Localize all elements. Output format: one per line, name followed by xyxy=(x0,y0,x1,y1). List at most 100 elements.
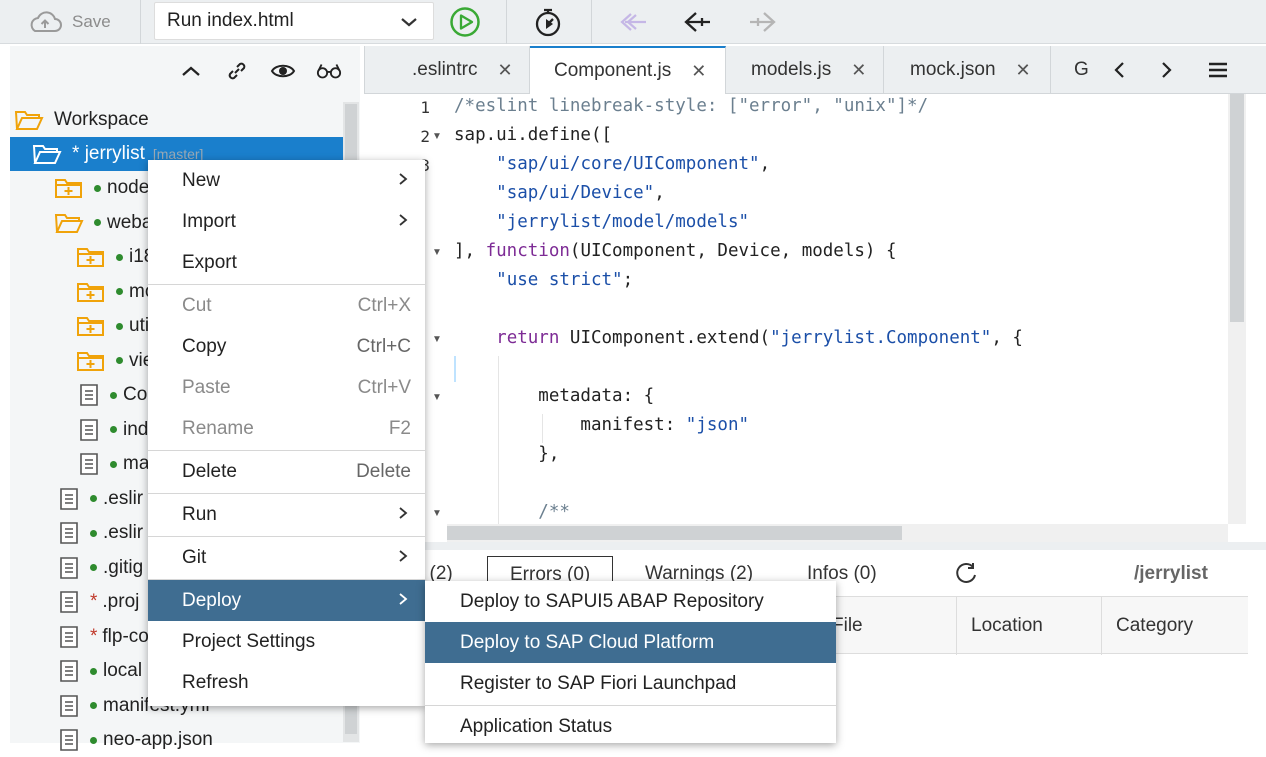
tabs-menu-button[interactable] xyxy=(1206,58,1230,82)
git-status-dot xyxy=(116,322,123,330)
navigate-back-button[interactable] xyxy=(682,6,714,38)
shortcut-label: Ctrl+C xyxy=(356,335,411,357)
git-status-dot xyxy=(116,288,123,295)
menu-item-label: Import xyxy=(182,210,236,232)
tab-label: mock.json xyxy=(910,59,996,80)
cloud-upload-icon xyxy=(30,11,62,32)
code-token: sap.ui.define([ xyxy=(454,125,613,145)
run-config-value: Run index.html xyxy=(167,10,294,31)
tab-g[interactable]: G xyxy=(1051,46,1091,94)
fold-toggle-icon[interactable]: ▼ xyxy=(431,334,443,345)
fold-toggle-icon[interactable]: ▼ xyxy=(431,247,443,258)
close-icon[interactable]: ✕ xyxy=(851,60,866,81)
menu-item-cut: Cut Ctrl+X xyxy=(148,285,425,326)
tabs-scroll-right-button[interactable] xyxy=(1154,58,1178,82)
submenu-item-application-status[interactable]: Application Status xyxy=(425,706,836,747)
tab-mock-json[interactable]: mock.json ✕ xyxy=(884,46,1051,94)
chevron-right-icon xyxy=(397,590,409,612)
menu-item-new[interactable]: New xyxy=(148,160,425,201)
close-icon[interactable]: ✕ xyxy=(1016,60,1031,81)
pane-splitter[interactable] xyxy=(364,542,1266,550)
column-file[interactable]: File xyxy=(818,597,956,655)
file-icon xyxy=(58,728,80,752)
code-token: return xyxy=(496,328,560,348)
modified-marker: * xyxy=(90,591,98,612)
glasses-icon xyxy=(316,64,342,79)
collapse-all-button[interactable] xyxy=(178,58,204,84)
menu-item-export[interactable]: Export xyxy=(148,242,425,283)
refresh-icon xyxy=(956,562,976,583)
folder-open-icon xyxy=(54,211,84,235)
save-button[interactable]: Save xyxy=(26,8,111,36)
chevron-down-icon xyxy=(401,18,417,27)
fold-toggle-icon[interactable]: ▼ xyxy=(431,131,443,142)
tree-item-label: uti xyxy=(129,315,150,336)
git-status-dot xyxy=(110,426,117,433)
code-token: ], xyxy=(454,241,486,261)
editor-tabs: .eslintrc ✕ Component.js ✕ models.js ✕ mock… xyxy=(364,46,1266,94)
menu-item-delete[interactable]: Delete Delete xyxy=(148,451,425,492)
run-button[interactable] xyxy=(449,6,481,38)
scrollbar-thumb[interactable] xyxy=(1230,94,1244,322)
back-jump-icon xyxy=(620,13,646,31)
menu-item-label: Delete xyxy=(182,460,237,482)
menu-item-refresh[interactable]: Refresh xyxy=(148,662,425,703)
chevron-left-icon xyxy=(1114,62,1124,78)
fold-toggle-icon[interactable]: ▼ xyxy=(431,508,443,519)
tree-item-label: weba xyxy=(107,211,153,233)
tab-label: .eslintrc xyxy=(412,59,478,80)
column-category[interactable]: Category xyxy=(1101,597,1248,655)
menu-item-deploy[interactable]: Deploy xyxy=(148,580,425,621)
git-status-dot xyxy=(90,736,97,744)
link-editor-button[interactable] xyxy=(224,58,250,84)
close-icon[interactable]: ✕ xyxy=(691,61,706,82)
code-line: "use strict"; xyxy=(454,270,633,290)
editor-vertical-scrollbar[interactable] xyxy=(1228,94,1246,524)
file-icon xyxy=(58,590,80,614)
code-token: UIComponent.extend( xyxy=(559,328,771,348)
code-line: ], function(UIComponent, Device, models)… xyxy=(454,241,897,261)
fold-toggle-icon[interactable]: ▼ xyxy=(431,392,443,403)
preview-button[interactable] xyxy=(316,58,342,84)
run-timer-button[interactable] xyxy=(532,6,564,38)
code-line: manifest: "json" xyxy=(454,415,749,435)
close-icon[interactable]: ✕ xyxy=(497,60,512,81)
file-icon xyxy=(58,521,80,545)
git-status-dot xyxy=(90,529,97,537)
git-status-dot xyxy=(90,667,97,675)
tree-root-workspace[interactable]: Workspace xyxy=(10,103,343,137)
menu-item-copy[interactable]: Copy Ctrl+C xyxy=(148,326,425,367)
menu-item-project-settings[interactable]: Project Settings xyxy=(148,621,425,662)
run-config-select[interactable]: Run index.html xyxy=(154,2,434,40)
main-toolbar: Save Run index.html xyxy=(0,0,1266,44)
file-icon xyxy=(58,694,80,718)
show-hidden-files-button[interactable] xyxy=(270,58,296,84)
refresh-button[interactable] xyxy=(953,556,979,592)
editor-horizontal-scrollbar[interactable] xyxy=(447,524,1228,542)
chevron-right-icon xyxy=(397,170,409,192)
navigate-forward-button[interactable] xyxy=(746,6,778,38)
indent-guide xyxy=(498,356,499,524)
code-area[interactable]: /*eslint linebreak-style: ["error", "uni… xyxy=(454,94,1234,524)
submenu-item-deploy-to-sap-cloud-platform[interactable]: Deploy to SAP Cloud Platform xyxy=(425,622,836,663)
menu-item-run[interactable]: Run xyxy=(148,494,425,535)
tabs-scroll-left-button[interactable] xyxy=(1108,58,1132,82)
scrollbar-thumb[interactable] xyxy=(447,526,902,540)
tree-item[interactable]: neo-app.json xyxy=(10,723,343,757)
column-location[interactable]: Location xyxy=(956,597,1101,655)
tab-eslintrc[interactable]: .eslintrc ✕ xyxy=(364,46,530,94)
folder-icon xyxy=(76,245,106,269)
menu-item-import[interactable]: Import xyxy=(148,201,425,242)
navigate-last-edit-button[interactable] xyxy=(618,6,650,38)
tab-models-js[interactable]: models.js ✕ xyxy=(726,46,884,94)
file-icon xyxy=(78,452,100,476)
menu-item-git[interactable]: Git xyxy=(148,537,425,578)
submenu-item-deploy-to-sapui5-abap-repository[interactable]: Deploy to SAPUI5 ABAP Repository xyxy=(425,581,836,622)
chevron-right-icon xyxy=(397,547,409,569)
tab-component-js[interactable]: Component.js ✕ xyxy=(530,46,726,94)
tab-label: Component.js xyxy=(554,60,672,81)
submenu-item-register-to-sap-fiori-launchpad[interactable]: Register to SAP Fiori Launchpad xyxy=(425,663,836,704)
code-token: "sap/ui/core/UIComponent" xyxy=(496,154,760,174)
code-editor[interactable]: 1 2 3 ▼ ▼ ▼ ▼ ▼ /*eslint linebreak-style… xyxy=(364,94,1246,542)
